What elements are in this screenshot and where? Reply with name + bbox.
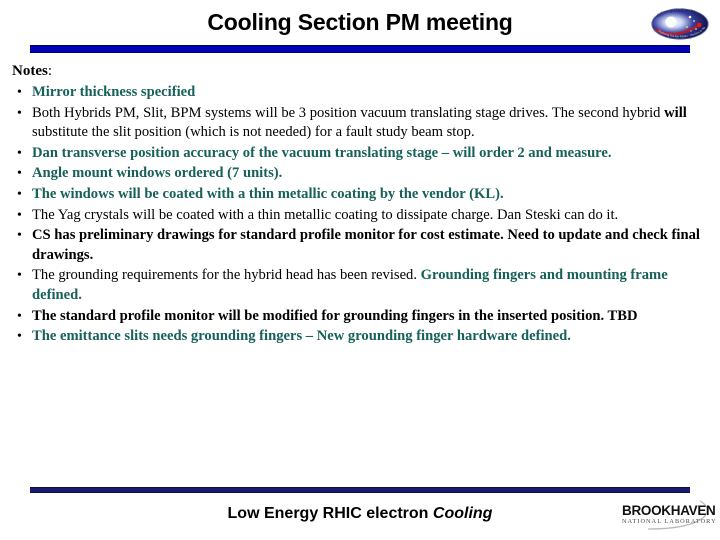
list-item-text: Angle mount windows ordered (7 units). [32, 165, 283, 182]
office-of-nuclear-physics-logo: Office of Nuclear Physics Exploring Nucl… [643, 0, 716, 46]
bullet-point-icon: • [17, 207, 22, 223]
footer-main-text: Low Energy RHIC electron [227, 505, 433, 522]
bullet-point-icon: • [17, 85, 22, 100]
bnl-wordmark-line2: NATIONAL LABORATORY [622, 518, 716, 525]
notes-heading-label: Notes [12, 63, 48, 79]
footer-italic-text: Cooling [432, 505, 493, 522]
list-item: • CS has preliminary drawings for standar… [10, 226, 710, 265]
notes-bullet-list: • Mirror thickness specified • Both Hybrids… [10, 83, 710, 347]
bullet-point-icon: • [17, 228, 22, 244]
list-item: • The windows will be coated with a thin … [10, 185, 710, 205]
office-of-nuclear-physics-icon: Office of Nuclear Physics Exploring Nucl… [643, 0, 709, 40]
list-item-text: will [664, 104, 687, 121]
bullet-point-icon: • [17, 105, 22, 121]
list-item-text: The emittance slits needs grounding fing… [32, 328, 571, 345]
bullet-point-icon: • [17, 166, 22, 182]
list-item-text: Mirror thickness specified [32, 84, 196, 100]
list-item-text: Both Hybrids PM, Slit, BPM systems will … [32, 104, 665, 121]
brookhaven-national-laboratory-logo: BROOKHAVEN NATIONAL LABORATORY [612, 498, 716, 532]
list-item-text: The standard profile monitor will be mod… [32, 307, 638, 324]
list-item-text: The grounding requirements for the hybri… [32, 267, 421, 284]
list-item-text: The windows will be coated with a thin m… [32, 185, 504, 202]
list-item-text: The Yag crystals will be coated with a t… [32, 206, 619, 223]
list-item: • The emittance slits needs grounding fin… [10, 327, 710, 347]
list-item-text: Dan transverse position accuracy of the … [32, 144, 612, 161]
title-divider-rule [30, 45, 690, 53]
notes-heading: Notes: [12, 62, 710, 81]
list-item-text: substitute the slit position (which is n… [32, 124, 475, 141]
list-item: • Angle mount windows ordered (7 units). [10, 164, 710, 184]
bnl-wordmark-line1: BROOKHAVEN [622, 503, 716, 518]
footer-divider-rule [30, 487, 690, 493]
brookhaven-logo-icon: BROOKHAVEN NATIONAL LABORATORY [622, 500, 716, 530]
bullet-point-icon: • [17, 145, 22, 161]
page-title: Cooling Section PM meeting [207, 9, 513, 35]
list-item: • Both Hybrids PM, Slit, BPM systems will… [10, 104, 710, 143]
bullet-point-icon: • [17, 329, 22, 345]
list-item: • Dan transverse position accuracy of the… [10, 144, 710, 164]
list-item-text: CS has preliminary drawings for standard… [32, 227, 700, 263]
notes-heading-colon: : [47, 63, 52, 79]
list-item: • The grounding requirements for the hybr… [10, 266, 710, 305]
bullet-point-icon: • [17, 268, 22, 284]
list-item: • The standard profile monitor will be mo… [10, 307, 710, 327]
notes-content: Notes: • Mirror thickness specified • Both … [10, 62, 710, 348]
list-item: • The Yag crystals will be coated with a … [10, 206, 710, 226]
list-item: • Mirror thickness specified [10, 83, 710, 103]
bullet-point-icon: • [17, 186, 22, 202]
bullet-point-icon: • [17, 308, 22, 324]
